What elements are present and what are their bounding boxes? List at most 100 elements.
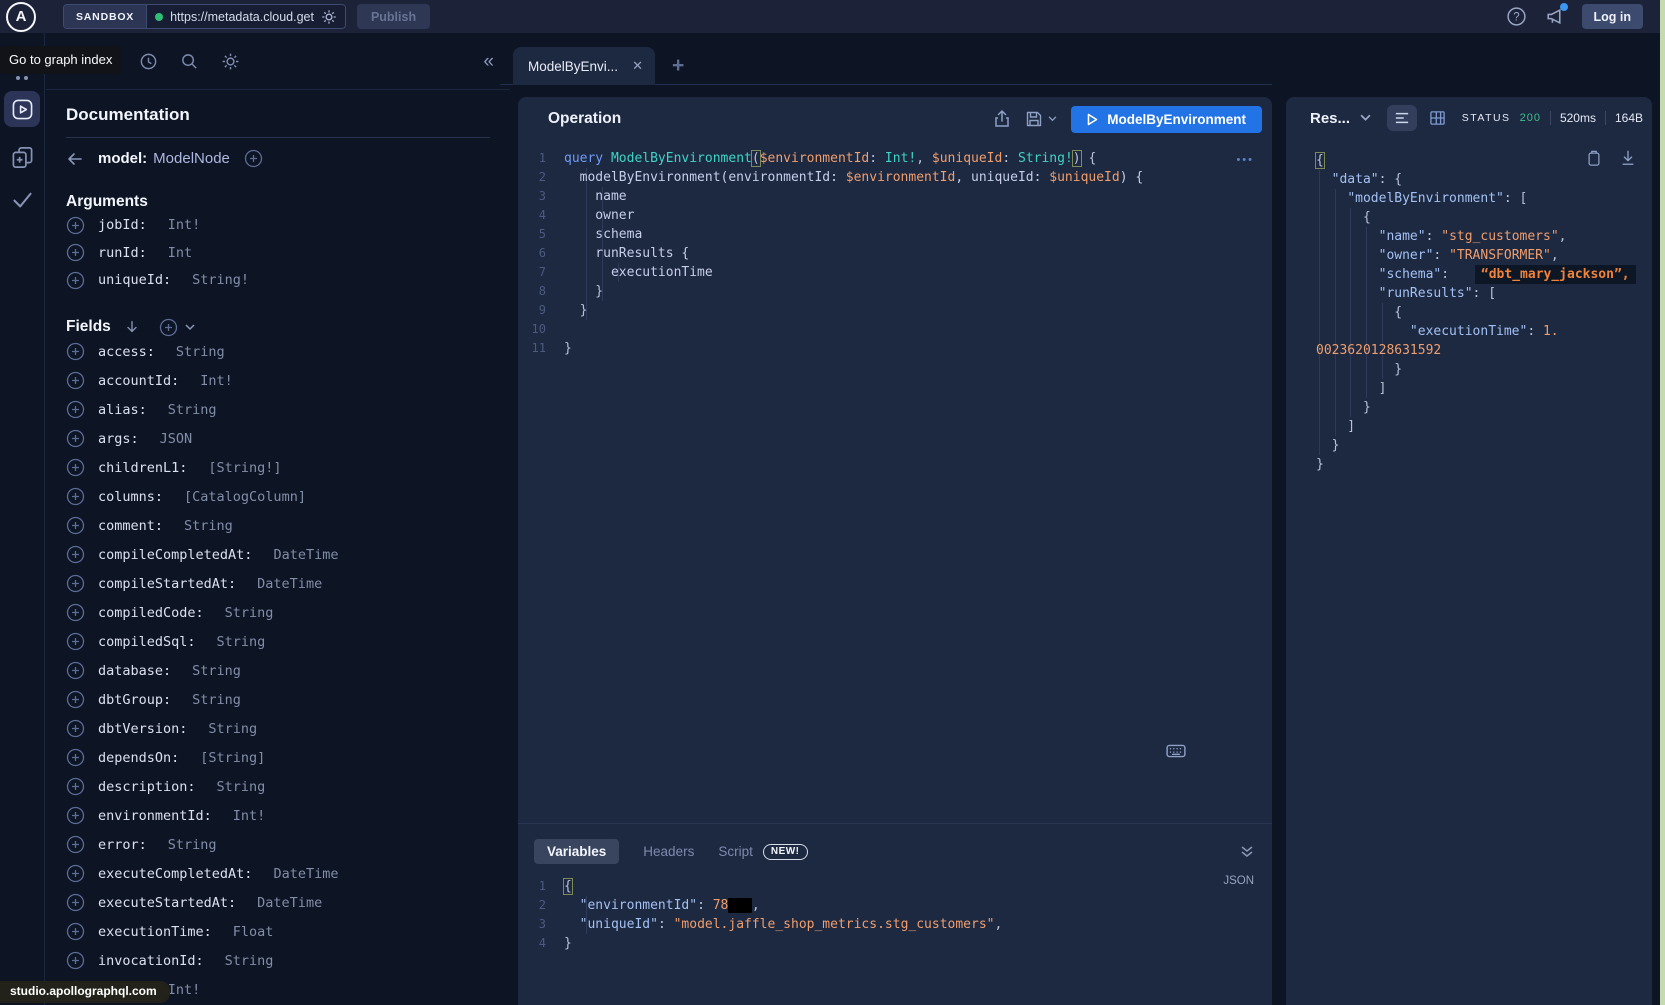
save-options-chevron-icon[interactable]	[1048, 116, 1057, 122]
field-type[interactable]: Int!	[200, 373, 233, 389]
keyboard-shortcuts-icon[interactable]	[1166, 741, 1186, 761]
add-field-icon[interactable]	[66, 545, 85, 564]
code-line[interactable]: 8 }	[518, 282, 1272, 301]
share-icon[interactable]	[993, 110, 1011, 128]
field-type[interactable]: JSON	[160, 431, 193, 447]
add-field-icon[interactable]	[66, 690, 85, 709]
add-field-icon[interactable]	[66, 603, 85, 622]
field-type[interactable]: String	[176, 344, 225, 360]
add-field-icon[interactable]	[66, 748, 85, 767]
code-line[interactable]: 11}	[518, 339, 1272, 358]
field-type[interactable]: DateTime	[273, 547, 338, 563]
add-type-icon[interactable]	[244, 149, 263, 168]
add-field-icon[interactable]	[66, 661, 85, 680]
code-line[interactable]: 1{	[518, 877, 1272, 896]
add-tab-button[interactable]: +	[672, 54, 684, 78]
tab-modelbyenvironment[interactable]: ModelByEnvi... ✕	[513, 47, 655, 85]
add-field-icon[interactable]	[66, 922, 85, 941]
code-line[interactable]: 10	[518, 320, 1272, 339]
add-field-icon[interactable]	[66, 835, 85, 854]
add-field-icon[interactable]	[66, 487, 85, 506]
code-line[interactable]: 4}	[518, 934, 1272, 953]
explorer-nav-item[interactable]	[4, 91, 40, 127]
publish-button[interactable]: Publish	[357, 4, 430, 29]
field-type[interactable]: DateTime	[257, 895, 322, 911]
code-line[interactable]: 5 schema	[518, 225, 1272, 244]
table-view-toggle[interactable]	[1429, 110, 1446, 126]
apollo-logo[interactable]: A	[6, 2, 36, 32]
sort-fields-icon[interactable]	[124, 319, 140, 335]
add-argument-icon[interactable]	[66, 216, 85, 235]
argument-type[interactable]: Int	[168, 245, 192, 261]
field-type[interactable]: String	[217, 634, 266, 650]
code-line[interactable]: 3 name	[518, 187, 1272, 206]
field-type[interactable]: String	[192, 692, 241, 708]
code-line[interactable]: 7 executionTime	[518, 263, 1272, 282]
code-line[interactable]: 9 }	[518, 301, 1272, 320]
code-line[interactable]: 4 owner	[518, 206, 1272, 225]
field-type[interactable]: String	[225, 953, 274, 969]
save-icon[interactable]	[1025, 110, 1043, 128]
operation-more-options[interactable]: •••	[1236, 154, 1254, 166]
add-field-icon[interactable]	[66, 719, 85, 738]
announcements-megaphone-icon[interactable]	[1544, 6, 1565, 27]
field-type[interactable]: String	[225, 605, 274, 621]
help-icon[interactable]: ?	[1506, 6, 1527, 27]
field-type[interactable]: DateTime	[273, 866, 338, 882]
code-line[interactable]: 2 "environmentId": 78 ,	[518, 896, 1272, 915]
checklist-nav-item[interactable]	[11, 188, 34, 211]
add-all-fields-icon[interactable]	[159, 318, 178, 337]
close-tab-icon[interactable]: ✕	[632, 58, 643, 74]
code-line[interactable]: 1query ModelByEnvironment($environmentId…	[518, 149, 1272, 168]
field-type[interactable]: [CatalogColumn]	[184, 489, 306, 505]
tab-script[interactable]: Script	[718, 844, 753, 859]
field-type[interactable]: String	[168, 837, 217, 853]
add-argument-icon[interactable]	[66, 243, 85, 262]
sandbox-badge[interactable]: SANDBOX	[64, 5, 147, 28]
operation-editor[interactable]: ••• 1query ModelByEnvironment($environme…	[518, 141, 1272, 823]
back-arrow-icon[interactable]	[66, 150, 84, 168]
history-icon[interactable]	[139, 52, 158, 71]
add-field-icon[interactable]	[66, 458, 85, 477]
field-type[interactable]: DateTime	[257, 576, 322, 592]
argument-type[interactable]: String!	[192, 272, 249, 288]
variables-editor[interactable]: JSON 1{ 2 "environmentId": 78 , 3 "uniqu…	[518, 877, 1272, 953]
copy-response-icon[interactable]	[1586, 149, 1602, 167]
field-type[interactable]: String	[217, 779, 266, 795]
add-field-icon[interactable]	[66, 864, 85, 883]
add-field-icon[interactable]	[66, 574, 85, 593]
field-type[interactable]: [String!]	[208, 460, 281, 476]
add-field-icon[interactable]	[66, 400, 85, 419]
field-type[interactable]: String	[192, 663, 241, 679]
field-type[interactable]: Float	[233, 924, 274, 940]
add-argument-icon[interactable]	[66, 271, 85, 290]
add-field-icon[interactable]	[66, 806, 85, 825]
add-field-icon[interactable]	[66, 516, 85, 535]
schema-nav-item[interactable]	[10, 145, 35, 170]
add-field-icon[interactable]	[66, 371, 85, 390]
settings-gear-icon[interactable]	[221, 52, 240, 71]
field-type[interactable]: String	[184, 518, 233, 534]
field-type[interactable]: Int!	[233, 808, 266, 824]
login-button[interactable]: Log in	[1582, 4, 1644, 29]
code-line[interactable]: 3 "uniqueId": "model.jaffle_shop_metrics…	[518, 915, 1272, 934]
endpoint-url[interactable]: https://metadata.cloud.get	[170, 10, 314, 24]
search-icon[interactable]	[180, 52, 199, 71]
collapse-panel-icon[interactable]: «	[483, 52, 494, 71]
argument-type[interactable]: Int!	[168, 217, 201, 233]
run-operation-button[interactable]: ModelByEnvironment	[1071, 106, 1262, 133]
add-field-icon[interactable]	[66, 777, 85, 796]
field-type[interactable]: Int!	[168, 982, 201, 998]
response-dropdown-chevron-icon[interactable]	[1360, 114, 1371, 122]
fields-options-chevron-icon[interactable]	[185, 324, 195, 331]
add-field-icon[interactable]	[66, 893, 85, 912]
endpoint-url-field[interactable]: https://metadata.cloud.get	[147, 5, 345, 28]
add-field-icon[interactable]	[66, 632, 85, 651]
tree-view-toggle[interactable]	[1387, 105, 1417, 131]
add-field-icon[interactable]	[66, 429, 85, 448]
code-line[interactable]: 6 runResults {	[518, 244, 1272, 263]
collapse-variables-icon[interactable]	[1240, 845, 1254, 858]
field-type[interactable]: [String]	[200, 750, 265, 766]
tab-headers[interactable]: Headers	[643, 844, 694, 859]
add-field-icon[interactable]	[66, 951, 85, 970]
